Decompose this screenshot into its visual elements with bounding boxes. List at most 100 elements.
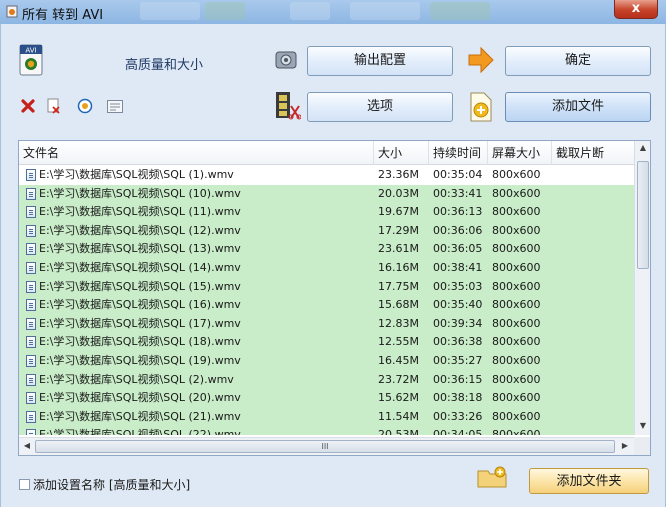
remove-icon[interactable] — [21, 99, 35, 113]
file-size: 23.36M — [378, 168, 419, 181]
horizontal-scroll-thumb[interactable]: III — [35, 440, 615, 453]
window-title: 所有 转到 AVI — [22, 8, 104, 23]
scroll-up-icon[interactable]: ▲ — [635, 143, 650, 152]
horizontal-scrollbar[interactable]: ◀ III ▶ — [19, 437, 634, 455]
file-size: 15.68M — [378, 298, 419, 312]
avi-profile-icon[interactable]: AVI — [19, 44, 43, 76]
file-screen-size: 800x600 — [492, 205, 541, 219]
file-row[interactable]: E:\学习\数据库\SQL视频\SQL (16).wmv 15.68M 00:35:… — [19, 296, 634, 315]
close-button[interactable]: x — [614, 0, 658, 19]
file-duration: 00:36:05 — [433, 242, 483, 256]
file-screen-size: 800x600 — [492, 261, 541, 274]
file-name: E:\学习\数据库\SQL视频\SQL (1).wmv — [39, 168, 234, 181]
profile-label[interactable]: 高质量和大小 — [125, 54, 203, 73]
column-header-duration[interactable]: 持续时间 — [429, 141, 488, 165]
file-row[interactable]: E:\学习\数据库\SQL视频\SQL (18).wmv 12.55M 00:36:… — [19, 333, 634, 352]
file-duration: 00:33:41 — [433, 186, 483, 200]
column-header-clip[interactable]: 截取片断 — [552, 141, 634, 165]
video-file-icon — [26, 224, 36, 237]
file-row[interactable]: E:\学习\数据库\SQL视频\SQL (17).wmv 12.83M 00:39:… — [19, 314, 634, 334]
arrow-right-icon — [468, 46, 494, 74]
file-row[interactable]: E:\学习\数据库\SQL视频\SQL (15).wmv 17.75M 00:35:… — [19, 277, 634, 297]
add-file-button[interactable]: 添加文件 — [505, 92, 651, 122]
file-screen-size: 800x600 — [492, 428, 541, 435]
file-screen-size: 800x600 — [492, 409, 541, 423]
file-size: 23.61M — [378, 242, 419, 256]
file-size: 20.03M — [378, 186, 419, 200]
file-row[interactable]: E:\学习\数据库\SQL视频\SQL (13).wmv 23.61M 00:36:… — [19, 240, 634, 259]
column-header-screen-size[interactable]: 屏幕大小 — [488, 141, 552, 165]
file-row[interactable]: E:\学习\数据库\SQL视频\SQL (2).wmv 23.72M 00:36:1… — [19, 370, 634, 390]
file-name: E:\学习\数据库\SQL视频\SQL (10).wmv — [39, 186, 241, 200]
add-folder-icon — [477, 466, 507, 488]
file-duration: 00:35:40 — [433, 298, 483, 312]
play-preview-icon[interactable] — [77, 98, 93, 114]
file-size: 11.54M — [378, 409, 419, 423]
file-list[interactable]: 文件名 大小 持续时间 屏幕大小 截取片断 E:\学习\数据库\SQL视频\SQ… — [18, 140, 651, 456]
options-button[interactable]: 选项 — [307, 92, 453, 122]
video-file-icon — [26, 410, 36, 423]
column-header-filename[interactable]: 文件名 — [19, 141, 374, 165]
file-size: 17.75M — [378, 279, 419, 293]
output-config-button[interactable]: 输出配置 — [307, 46, 453, 76]
file-row[interactable]: E:\学习\数据库\SQL视频\SQL (14).wmv 16.16M 00:38:… — [19, 259, 634, 278]
confirm-button[interactable]: 确定 — [505, 46, 651, 76]
file-name: E:\学习\数据库\SQL视频\SQL (22).wmv — [39, 428, 241, 435]
file-duration: 00:38:18 — [433, 391, 483, 405]
file-row[interactable]: E:\学习\数据库\SQL视频\SQL (22).wmv 20.53M 00:34:… — [19, 426, 634, 435]
file-screen-size: 800x600 — [492, 354, 541, 367]
file-size: 16.45M — [378, 354, 419, 367]
file-screen-size: 800x600 — [492, 168, 541, 181]
vertical-scroll-thumb[interactable] — [637, 161, 649, 269]
scroll-right-icon[interactable]: ▶ — [617, 441, 633, 450]
file-row[interactable]: E:\学习\数据库\SQL视频\SQL (12).wmv 17.29M 00:36:… — [19, 221, 634, 241]
file-row[interactable]: E:\学习\数据库\SQL视频\SQL (20).wmv 15.62M 00:38:… — [19, 389, 634, 408]
file-info-icon[interactable] — [107, 100, 123, 113]
file-name: E:\学习\数据库\SQL视频\SQL (20).wmv — [39, 391, 241, 405]
file-size: 17.29M — [378, 223, 419, 237]
add-setting-name-label[interactable]: 添加设置名称 [高质量和大小] — [33, 476, 190, 493]
clear-list-icon[interactable] — [47, 98, 61, 114]
file-name: E:\学习\数据库\SQL视频\SQL (14).wmv — [39, 261, 241, 274]
file-name: E:\学习\数据库\SQL视频\SQL (13).wmv — [39, 242, 241, 256]
video-file-icon — [26, 262, 36, 274]
file-screen-size: 800x600 — [492, 372, 541, 386]
video-file-icon — [26, 392, 36, 405]
file-name: E:\学习\数据库\SQL视频\SQL (15).wmv — [39, 279, 241, 293]
file-row[interactable]: E:\学习\数据库\SQL视频\SQL (11).wmv 19.67M 00:36:… — [19, 203, 634, 222]
file-name: E:\学习\数据库\SQL视频\SQL (18).wmv — [39, 335, 241, 349]
video-file-icon — [26, 206, 36, 219]
video-file-icon — [26, 187, 36, 200]
file-screen-size: 800x600 — [492, 223, 541, 237]
file-duration: 00:38:41 — [433, 261, 483, 274]
file-duration: 00:36:38 — [433, 335, 483, 349]
file-size: 16.16M — [378, 261, 419, 274]
add-setting-name-checkbox[interactable] — [19, 479, 30, 490]
file-duration: 00:39:34 — [433, 316, 483, 330]
file-duration: 00:35:27 — [433, 354, 483, 367]
column-header-size[interactable]: 大小 — [374, 141, 429, 165]
file-rows: E:\学习\数据库\SQL视频\SQL (1).wmv 23.36M 00:35:0… — [19, 166, 634, 435]
file-name: E:\学习\数据库\SQL视频\SQL (12).wmv — [39, 223, 241, 237]
output-settings-icon — [275, 51, 297, 69]
video-file-icon — [26, 169, 36, 181]
file-row[interactable]: E:\学习\数据库\SQL视频\SQL (19).wmv 16.45M 00:35:… — [19, 352, 634, 371]
file-screen-size: 800x600 — [492, 316, 541, 330]
file-name: E:\学习\数据库\SQL视频\SQL (11).wmv — [39, 205, 241, 219]
file-row[interactable]: E:\学习\数据库\SQL视频\SQL (10).wmv 20.03M 00:33:… — [19, 184, 634, 204]
file-row[interactable]: E:\学习\数据库\SQL视频\SQL (21).wmv 11.54M 00:33:… — [19, 407, 634, 427]
add-folder-button[interactable]: 添加文件夹 — [529, 468, 649, 494]
file-size: 12.55M — [378, 335, 419, 349]
video-file-icon — [26, 299, 36, 312]
vertical-scrollbar[interactable]: ▲ ▼ — [634, 141, 650, 435]
file-row[interactable]: E:\学习\数据库\SQL视频\SQL (1).wmv 23.36M 00:35:0… — [19, 166, 634, 185]
file-size: 12.83M — [378, 316, 419, 330]
title-bar: 所有 转到 AVI x — [0, 0, 666, 24]
scroll-corner — [634, 437, 650, 455]
scroll-left-icon[interactable]: ◀ — [19, 441, 35, 450]
scroll-down-icon[interactable]: ▼ — [635, 421, 650, 430]
file-list-header: 文件名 大小 持续时间 屏幕大小 截取片断 — [19, 141, 634, 165]
file-duration: 00:33:26 — [433, 409, 483, 423]
file-name: E:\学习\数据库\SQL视频\SQL (16).wmv — [39, 298, 241, 312]
file-duration: 00:34:05 — [433, 428, 483, 435]
